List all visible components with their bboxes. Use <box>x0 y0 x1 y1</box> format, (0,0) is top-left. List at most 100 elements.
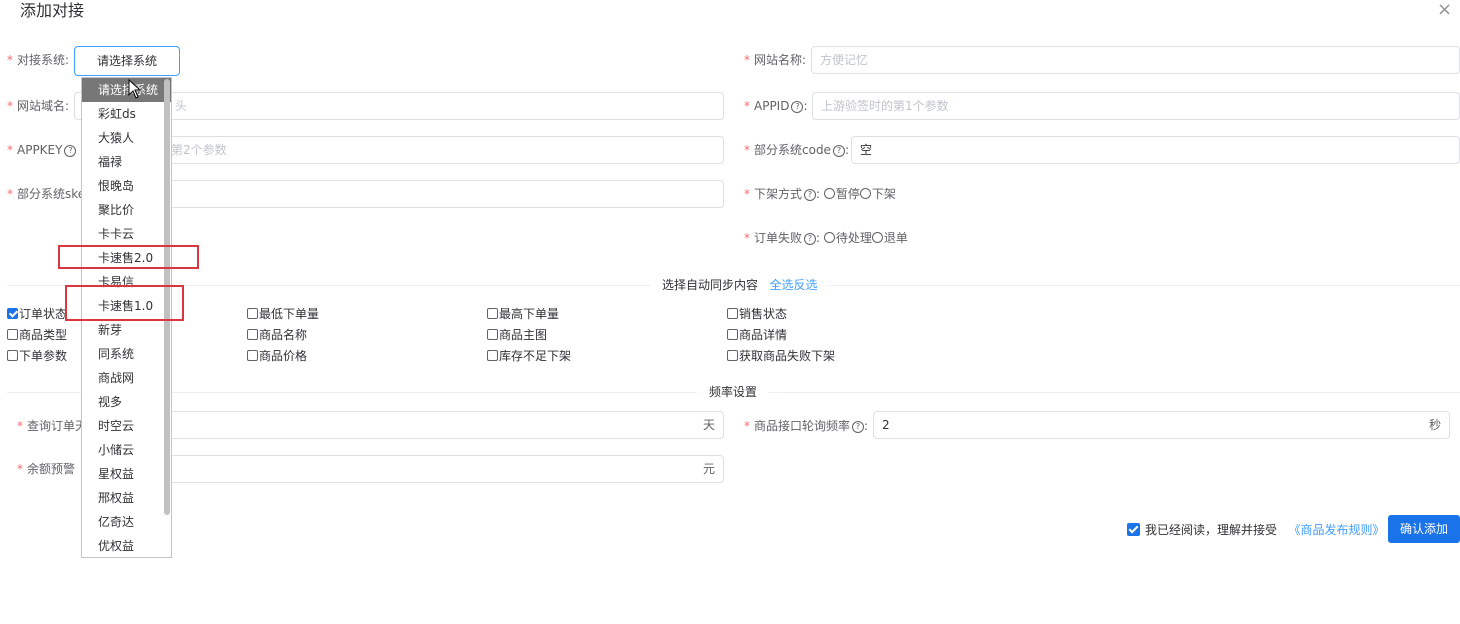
offshelf-label: * 下架方式?: 暂停 下架 <box>744 187 896 201</box>
sync-checkbox-label: 订单状态 <box>19 307 68 321</box>
dropdown-option[interactable]: 聚比价 <box>82 198 171 222</box>
dropdown-option[interactable]: 优权益 <box>82 534 171 557</box>
dialog-title: 添加对接 <box>20 1 85 20</box>
ske-input[interactable] <box>160 180 724 208</box>
sync-checkbox[interactable]: 最高下单量 <box>487 307 559 321</box>
balance-input[interactable]: 元 <box>160 455 724 483</box>
help-icon[interactable]: ? <box>832 144 845 157</box>
sync-checkbox-label: 商品价格 <box>259 349 308 363</box>
sync-checkbox[interactable]: 订单状态 <box>7 307 67 321</box>
ske-label: * 部分系统ske <box>7 187 86 201</box>
balance-label: * 余额预警 <box>17 462 76 476</box>
site-name-input[interactable]: 方便记忆 <box>811 46 1460 74</box>
system-label: * 对接系统: <box>7 53 70 67</box>
checkbox-icon[interactable] <box>487 308 498 319</box>
sync-checkbox[interactable]: 商品类型 <box>7 328 67 342</box>
sync-checkbox[interactable]: 商品价格 <box>247 349 307 363</box>
dropdown-option[interactable]: 商战网 <box>82 366 171 390</box>
sync-checkbox-label: 商品名称 <box>259 328 308 342</box>
agree-row[interactable]: 我已经阅读，理解并接受 《商品发布规则》 <box>1127 522 1384 538</box>
sync-checkbox-label: 销售状态 <box>739 307 788 321</box>
dropdown-option[interactable]: 恨晚岛 <box>82 174 171 198</box>
sync-checkbox[interactable]: 商品名称 <box>247 328 307 342</box>
frequency-section-title: 频率设置 <box>697 384 770 400</box>
yuan-suffix: 元 <box>702 462 715 476</box>
sync-checkbox[interactable]: 获取商品失败下架 <box>727 349 835 363</box>
sync-checkbox[interactable]: 商品详情 <box>727 328 787 342</box>
dropdown-option[interactable]: 请选择系统 <box>82 78 171 102</box>
help-icon[interactable]: ? <box>64 144 77 157</box>
sync-section-title: 选择自动同步内容 全选反选 <box>650 277 830 293</box>
dropdown-option[interactable]: 时空云 <box>82 414 171 438</box>
radio-icon[interactable] <box>871 232 883 243</box>
code-label: * 部分系统code?: <box>744 143 849 157</box>
appkey-label: * APPKEY? <box>7 142 77 158</box>
help-icon[interactable]: ? <box>804 232 817 245</box>
sync-checkbox[interactable]: 商品主图 <box>487 328 547 342</box>
appid-label: * APPID?: <box>744 99 808 113</box>
dropdown-option[interactable]: 彩虹ds <box>82 102 171 126</box>
toggle-all-link[interactable]: 全选反选 <box>769 278 817 292</box>
checkbox-icon[interactable] <box>487 350 498 361</box>
highlight-box <box>65 285 184 321</box>
dropdown-option[interactable]: 小储云 <box>82 438 171 462</box>
dropdown-option[interactable]: 福禄 <box>82 150 171 174</box>
system-select[interactable]: 请选择系统 <box>74 46 180 76</box>
rules-link[interactable]: 《商品发布规则》 <box>1288 523 1384 537</box>
domain-label: * 网站域名: <box>7 99 70 113</box>
dropdown-option[interactable]: 新芽 <box>82 318 171 342</box>
order-fail-label: * 订单失败?: 待处理 退单 <box>744 231 908 245</box>
offshelf-radio-pause[interactable]: 暂停 <box>823 187 860 201</box>
radio-icon[interactable] <box>859 188 871 199</box>
query-label: * 查询订单天 <box>17 419 88 433</box>
offshelf-radio-remove[interactable]: 下架 <box>859 187 896 201</box>
help-icon[interactable]: ? <box>804 188 817 201</box>
sync-checkbox-label: 商品类型 <box>19 328 68 342</box>
sync-checkbox-label: 最低下单量 <box>259 307 320 321</box>
seconds-suffix: 秒 <box>1428 418 1441 432</box>
dropdown-option[interactable]: 大猿人 <box>82 126 171 150</box>
checkbox-icon[interactable] <box>487 329 498 340</box>
help-icon[interactable]: ? <box>852 420 865 433</box>
dropdown-option[interactable]: 卡卡云 <box>82 222 171 246</box>
sync-checkbox-label: 获取商品失败下架 <box>739 349 836 363</box>
checkbox-icon[interactable] <box>7 329 18 340</box>
sync-checkbox-label: 库存不足下架 <box>499 349 572 363</box>
confirm-add-button[interactable]: 确认添加 <box>1388 515 1460 543</box>
checkbox-icon[interactable] <box>727 350 738 361</box>
mouse-cursor-icon <box>128 79 142 99</box>
sync-checkbox[interactable]: 最低下单量 <box>247 307 319 321</box>
checkbox-icon[interactable] <box>727 308 738 319</box>
appkey-input[interactable]: 第2个参数 <box>160 136 724 164</box>
dropdown-option[interactable]: 同系统 <box>82 342 171 366</box>
help-icon[interactable]: ? <box>791 100 804 113</box>
checkbox-icon[interactable] <box>7 308 18 319</box>
close-icon[interactable]: × <box>1437 0 1452 20</box>
order-fail-radio-refund[interactable]: 退单 <box>871 231 908 245</box>
site-name-label: * 网站名称: <box>744 53 807 67</box>
dropdown-option[interactable]: 视多 <box>82 390 171 414</box>
dropdown-option[interactable]: 星权益 <box>82 462 171 486</box>
checkbox-icon[interactable] <box>727 329 738 340</box>
checkbox-icon[interactable] <box>247 308 258 319</box>
sync-checkbox-label: 最高下单量 <box>499 307 560 321</box>
radio-icon[interactable] <box>823 188 835 199</box>
sync-checkbox[interactable]: 库存不足下架 <box>487 349 571 363</box>
appid-input[interactable]: 上游验签时的第1个参数 <box>812 92 1460 120</box>
sync-checkbox[interactable]: 下单参数 <box>7 349 67 363</box>
poll-input[interactable]: 2 秒 <box>873 411 1450 439</box>
checkbox-icon[interactable] <box>247 329 258 340</box>
radio-icon[interactable] <box>823 232 835 243</box>
sync-checkbox-label: 商品详情 <box>739 328 788 342</box>
checkbox-icon[interactable] <box>7 350 18 361</box>
dropdown-option[interactable]: 亿奇达 <box>82 510 171 534</box>
checkbox-icon[interactable] <box>247 350 258 361</box>
sync-checkbox[interactable]: 销售状态 <box>727 307 787 321</box>
sync-checkbox-label: 商品主图 <box>499 328 548 342</box>
dropdown-option[interactable]: 邢权益 <box>82 486 171 510</box>
agree-checkbox[interactable] <box>1127 523 1140 536</box>
query-days-input[interactable]: 天 <box>160 411 724 439</box>
highlight-box <box>58 245 199 269</box>
order-fail-radio-pending[interactable]: 待处理 <box>823 231 872 245</box>
code-input[interactable]: 空 <box>851 136 1460 164</box>
